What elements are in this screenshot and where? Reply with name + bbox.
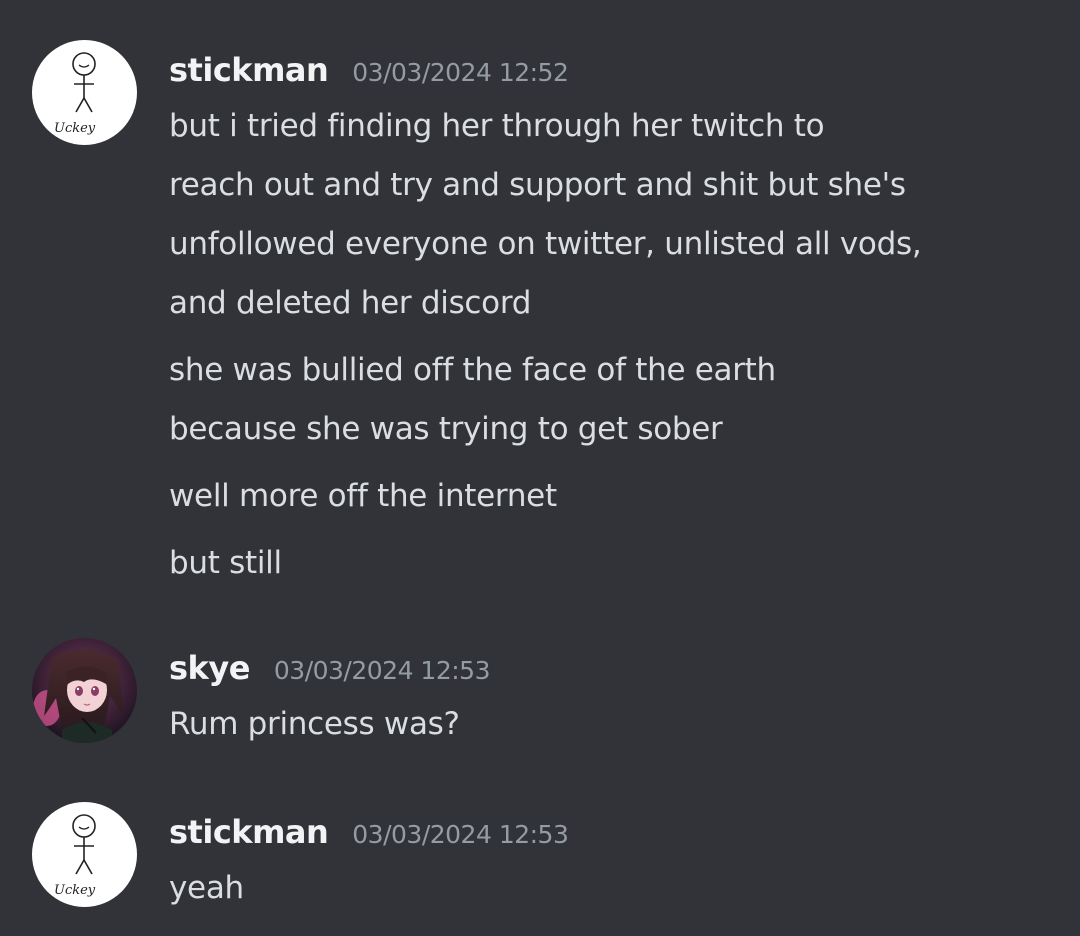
message-line: but i tried finding her through her twit… bbox=[169, 108, 825, 144]
timestamp[interactable]: 03/03/2024 12:53 bbox=[352, 808, 569, 862]
avatar-stickman[interactable]: Uckey bbox=[32, 802, 137, 907]
message-line: but still bbox=[169, 545, 282, 581]
username[interactable]: stickman bbox=[169, 805, 329, 859]
anime-girl-avatar bbox=[32, 638, 137, 743]
message-header: stickman 03/03/2024 12:52 bbox=[169, 43, 1060, 97]
avatar-stickman[interactable]: Uckey bbox=[32, 40, 137, 145]
username[interactable]: skye bbox=[169, 641, 250, 695]
message-line: unfollowed everyone on twitter, unlisted… bbox=[169, 226, 922, 262]
message-line: she was bullied off the face of the eart… bbox=[169, 352, 776, 388]
username[interactable]: stickman bbox=[169, 43, 329, 97]
message-body: but i tried finding her through her twit… bbox=[169, 97, 1060, 593]
avatar-signature: Uckey bbox=[54, 121, 96, 136]
stick-figure-icon: Uckey bbox=[32, 802, 137, 907]
message-body: yeah bbox=[169, 859, 1060, 918]
stick-figure-icon: Uckey bbox=[32, 40, 137, 145]
message-line: Rum princess was? bbox=[169, 706, 460, 742]
avatar-signature: Uckey bbox=[54, 883, 96, 898]
avatar-skye[interactable] bbox=[32, 638, 137, 743]
message-line: reach out and try and support and shit b… bbox=[169, 167, 906, 203]
message-header: stickman 03/03/2024 12:53 bbox=[169, 805, 1060, 859]
timestamp[interactable]: 03/03/2024 12:52 bbox=[352, 46, 569, 100]
message-line: because she was trying to get sober bbox=[169, 411, 723, 447]
message-line: yeah bbox=[169, 870, 244, 906]
message-line: well more off the internet bbox=[169, 478, 557, 514]
message-line: and deleted her discord bbox=[169, 285, 532, 321]
timestamp[interactable]: 03/03/2024 12:53 bbox=[274, 644, 491, 698]
message-header: skye 03/03/2024 12:53 bbox=[169, 641, 1060, 695]
message-body: Rum princess was? bbox=[169, 695, 1060, 754]
